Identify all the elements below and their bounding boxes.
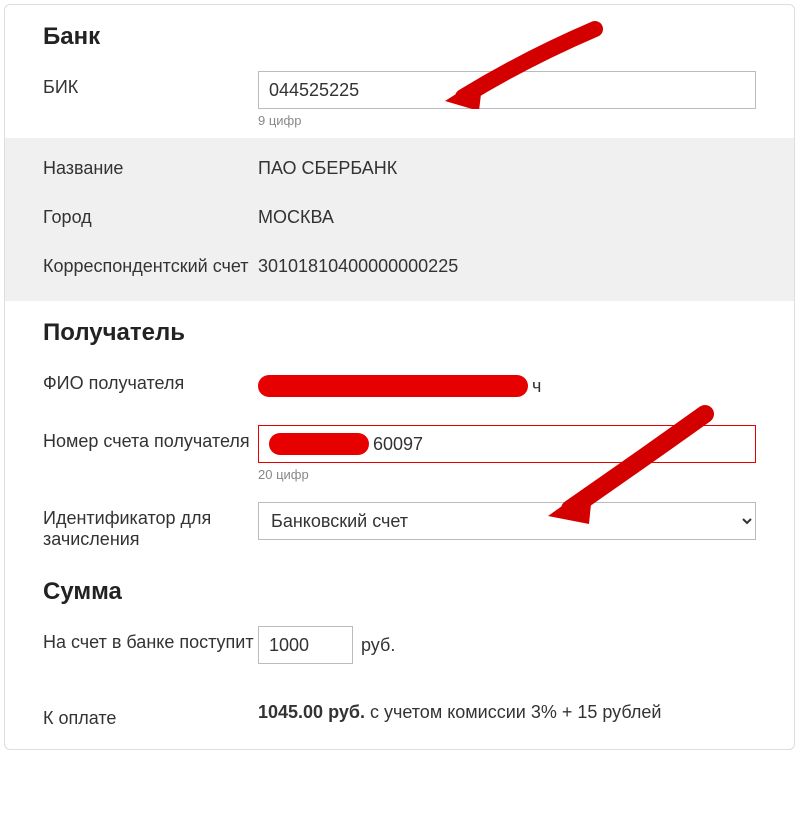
account-row: Номер счета получателя 60097 20 цифр — [5, 415, 794, 492]
bik-row: БИК 9 цифр — [5, 61, 794, 138]
pay-text: 1045.00 руб. с учетом комиссии 3% + 15 р… — [258, 702, 756, 723]
payment-form: Банк БИК 9 цифр Название ПАО СБЕРБАНК Го… — [4, 4, 795, 750]
bank-name-value: ПАО СБЕРБАНК — [258, 158, 756, 179]
pay-label: К оплате — [43, 702, 258, 729]
identifier-label: Идентификатор для зачисления — [43, 502, 258, 550]
pay-amount: 1045.00 руб. — [258, 702, 365, 722]
fio-redacted — [258, 375, 528, 397]
sum-section-title: Сумма — [5, 560, 794, 616]
bik-input[interactable] — [258, 71, 756, 109]
fio-row: ФИО получателя ч — [5, 357, 794, 415]
identifier-select[interactable]: Банковский счет — [258, 502, 756, 540]
account-visible: 60097 — [373, 434, 423, 455]
bank-city-label: Город — [43, 207, 258, 228]
bank-city-row: Город МОСКВА — [5, 193, 794, 242]
identifier-row: Идентификатор для зачисления Банковский … — [5, 492, 794, 560]
arrive-unit: руб. — [361, 635, 395, 655]
bank-name-row: Название ПАО СБЕРБАНК — [5, 144, 794, 193]
account-redacted — [269, 433, 369, 455]
bik-hint: 9 цифр — [258, 113, 756, 128]
pay-note: с учетом комиссии 3% + 15 рублей — [365, 702, 661, 722]
pay-row: К оплате 1045.00 руб. с учетом комиссии … — [5, 674, 794, 739]
bank-corr-value: 30101810400000000225 — [258, 256, 756, 277]
bank-auto-block: Название ПАО СБЕРБАНК Город МОСКВА Корре… — [5, 138, 794, 301]
bank-city-value: МОСКВА — [258, 207, 756, 228]
fio-label: ФИО получателя — [43, 367, 258, 394]
bank-name-label: Название — [43, 158, 258, 179]
fio-suffix: ч — [532, 376, 541, 397]
bank-corr-label: Корреспондентский счет — [43, 256, 258, 277]
recipient-section-title: Получатель — [5, 301, 794, 357]
arrive-row: На счет в банке поступит руб. — [5, 616, 794, 674]
arrive-input[interactable] — [258, 626, 353, 664]
bank-section-title: Банк — [5, 5, 794, 61]
arrive-label: На счет в банке поступит — [43, 626, 258, 653]
bik-label: БИК — [43, 71, 258, 98]
fio-value: ч — [258, 367, 756, 405]
account-hint: 20 цифр — [258, 467, 756, 482]
bank-corr-row: Корреспондентский счет 30101810400000000… — [5, 242, 794, 291]
account-label: Номер счета получателя — [43, 425, 258, 452]
account-input[interactable]: 60097 — [258, 425, 756, 463]
